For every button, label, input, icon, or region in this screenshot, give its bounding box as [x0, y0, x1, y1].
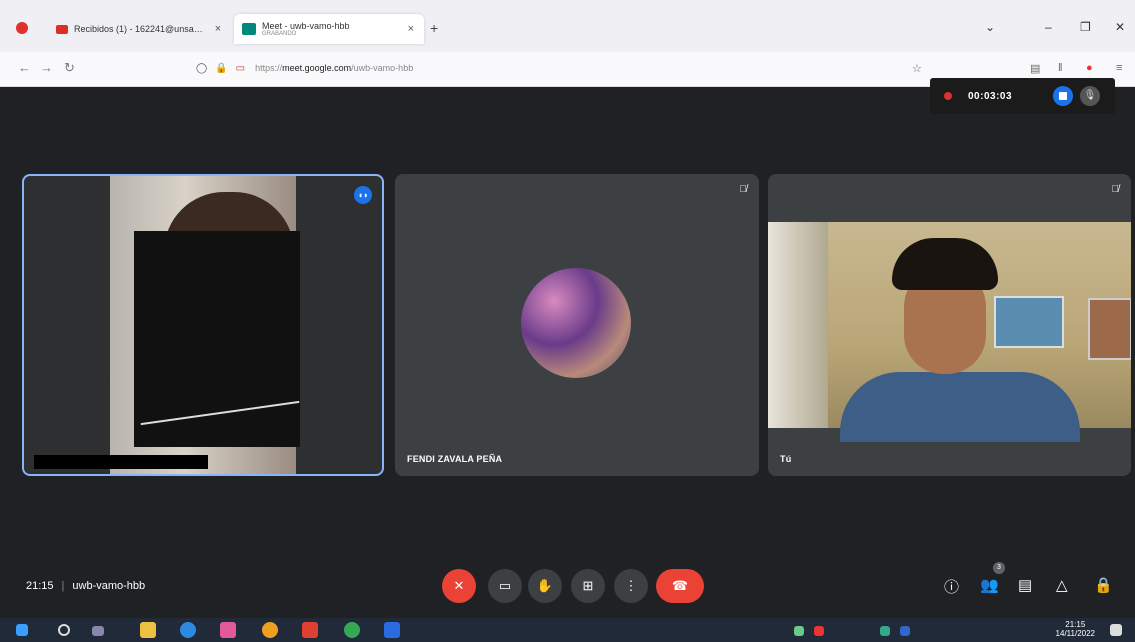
- tab-gmail[interactable]: Recibidos (1) - 162241@unsa… ×: [56, 14, 236, 44]
- reader-icon[interactable]: ▤: [1030, 62, 1040, 75]
- app-icon[interactable]: [220, 622, 236, 638]
- file-explorer-icon[interactable]: [140, 622, 156, 638]
- url-path: /uwb-vamo-hbb: [351, 63, 414, 73]
- mic-toggle-button[interactable]: ✕: [442, 569, 476, 603]
- mic-off-icon: 🎙̸: [1111, 184, 1120, 195]
- browser-tab-bar: Recibidos (1) - 162241@unsa… × Meet - uw…: [0, 0, 1135, 52]
- bookmark-star-icon[interactable]: ☆: [912, 62, 922, 75]
- name-redaction: [34, 455, 208, 469]
- video-poster: [994, 296, 1064, 348]
- avatar: [521, 268, 631, 378]
- close-window-button[interactable]: ✕: [1115, 20, 1125, 34]
- people-button[interactable]: 👥: [980, 576, 999, 594]
- chrome-icon[interactable]: [344, 622, 360, 638]
- tray-icon[interactable]: [794, 626, 804, 636]
- self-video: [768, 222, 1131, 442]
- close-icon[interactable]: ×: [215, 23, 221, 35]
- end-call-button[interactable]: ☎: [656, 569, 704, 603]
- participant-tile[interactable]: 🎙̸ FENDI ZAVALA PEÑA: [395, 174, 759, 476]
- address-bar[interactable]: ◯ 🔒 ▭ https:// meet.google.com /uwb-vamo…: [196, 58, 916, 78]
- more-options-button[interactable]: ⋮: [614, 569, 648, 603]
- camera-toggle-button[interactable]: ▭: [488, 569, 522, 603]
- participant-name: FENDI ZAVALA PEÑA: [407, 454, 503, 464]
- browser-icon[interactable]: [16, 22, 28, 34]
- tray-icon[interactable]: [900, 626, 910, 636]
- permissions-icon[interactable]: ▭: [236, 63, 245, 74]
- windows-start-icon[interactable]: [16, 624, 28, 636]
- tray-icon[interactable]: [880, 626, 890, 636]
- url-host: meet.google.com: [282, 63, 352, 73]
- back-button[interactable]: ←: [18, 60, 31, 75]
- video-person-hair: [892, 238, 998, 290]
- notifications-icon[interactable]: [1110, 624, 1122, 636]
- tab-meet-label: Meet - uwb-vamo-hbb: [262, 21, 350, 31]
- chat-button[interactable]: ▤: [1018, 576, 1032, 594]
- participant-tile[interactable]: ◖◗: [22, 174, 384, 476]
- close-icon[interactable]: ×: [408, 23, 414, 35]
- video-wall: [768, 222, 828, 428]
- lock-icon[interactable]: 🔒: [215, 63, 227, 74]
- maximize-button[interactable]: ❐: [1080, 20, 1091, 34]
- meeting-code: uwb-vamo-hbb: [72, 580, 146, 592]
- meet-icon: [242, 23, 256, 35]
- tab-meet[interactable]: Meet - uwb-vamo-hbb GRABANDO ×: [234, 14, 424, 44]
- host-controls-button[interactable]: 🔒: [1094, 576, 1113, 594]
- speaking-indicator-icon: ◖◗: [354, 186, 372, 204]
- present-screen-button[interactable]: ⊞: [571, 569, 605, 603]
- forward-button[interactable]: →: [40, 60, 53, 75]
- clock-date: 14/11/2022: [1055, 629, 1095, 638]
- word-icon[interactable]: [384, 622, 400, 638]
- search-icon[interactable]: [58, 624, 70, 636]
- taskbar-clock[interactable]: 21:15 14/11/2022: [1056, 620, 1095, 638]
- separator: |: [61, 580, 65, 592]
- windows-taskbar: [0, 618, 1135, 642]
- redaction-box: [134, 231, 300, 447]
- tray-icon[interactable]: [814, 626, 824, 636]
- tab-gmail-label: Recibidos (1) - 162241@unsa…: [74, 24, 203, 34]
- microphone-icon[interactable]: 🎙: [1080, 86, 1100, 106]
- meeting-info: 21:15 | uwb-vamo-hbb: [26, 580, 145, 592]
- extension-icon[interactable]: ●: [1086, 62, 1093, 74]
- library-icon[interactable]: ‖: [1058, 62, 1063, 74]
- video-person-body: [840, 372, 1080, 442]
- reload-button[interactable]: ↻: [64, 60, 75, 76]
- tab-meet-sublabel: GRABANDO: [262, 31, 297, 37]
- recording-widget: 00:03:03 🎙: [930, 78, 1115, 114]
- tab-list-icon[interactable]: ⌄: [985, 20, 995, 34]
- participant-name: Tú: [780, 454, 792, 464]
- clock-time: 21:15: [1065, 620, 1086, 629]
- office-icon[interactable]: [302, 622, 318, 638]
- people-count-badge: 3: [993, 562, 1005, 574]
- task-view-icon[interactable]: [92, 626, 104, 636]
- url-prefix: https://: [255, 63, 283, 73]
- video-frame: [1088, 298, 1131, 360]
- minimize-button[interactable]: –: [1045, 20, 1052, 34]
- new-tab-button[interactable]: +: [430, 20, 438, 36]
- shield-icon[interactable]: ◯: [196, 63, 207, 74]
- stop-recording-button[interactable]: [1053, 86, 1073, 106]
- raise-hand-button[interactable]: ✋: [528, 569, 562, 603]
- mic-off-icon: 🎙̸: [739, 184, 748, 195]
- edge-icon[interactable]: [180, 622, 196, 638]
- meeting-time: 21:15: [26, 580, 54, 592]
- menu-icon[interactable]: ≡: [1116, 62, 1122, 74]
- participant-tile-self[interactable]: 🎙̸ Tú: [768, 174, 1131, 476]
- recording-dot-icon: [944, 92, 952, 100]
- app-icon[interactable]: [262, 622, 278, 638]
- meeting-details-button[interactable]: ⓘ: [944, 576, 959, 597]
- tab-meet-title: Meet - uwb-vamo-hbb GRABANDO: [262, 21, 350, 37]
- gmail-icon: [56, 24, 68, 34]
- recording-time: 00:03:03: [968, 90, 1013, 102]
- activities-button[interactable]: △: [1056, 576, 1068, 594]
